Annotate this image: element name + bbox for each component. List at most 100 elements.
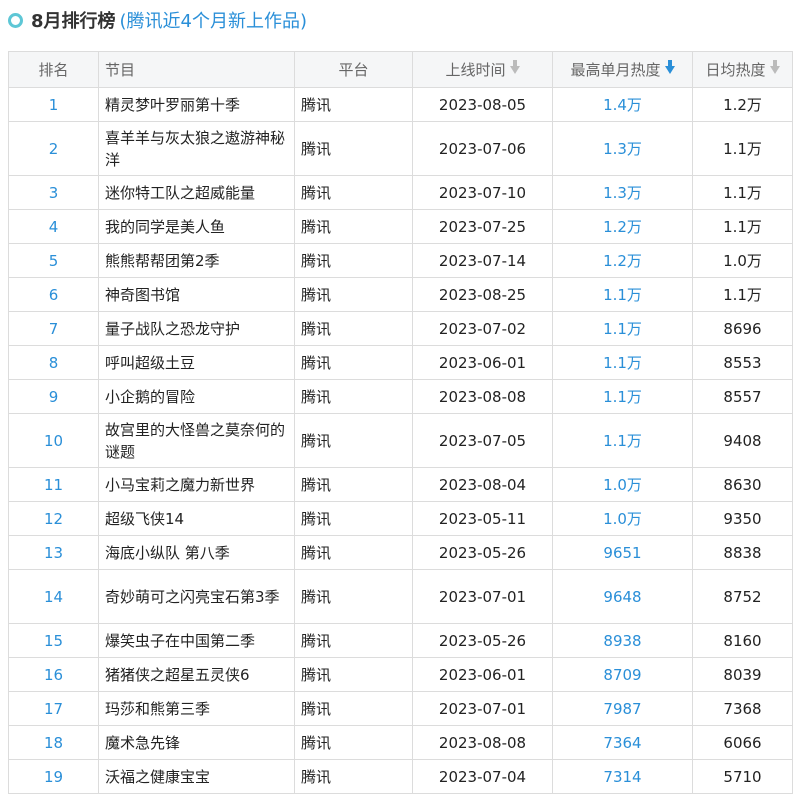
platform-cell: 腾讯 — [294, 209, 413, 244]
daily-cell: 1.0万 — [692, 243, 793, 278]
peak-cell: 9648 — [552, 569, 693, 624]
title-cell[interactable]: 小马宝莉之魔力新世界 — [98, 467, 295, 502]
daily-cell: 6066 — [692, 725, 793, 760]
launch-cell: 2023-07-02 — [412, 311, 553, 346]
peak-cell: 1.4万 — [552, 87, 693, 122]
launch-cell: 2023-07-10 — [412, 175, 553, 210]
peak-cell: 1.1万 — [552, 379, 693, 414]
platform-cell: 腾讯 — [294, 691, 413, 726]
peak-cell: 1.1万 — [552, 311, 693, 346]
daily-cell: 8696 — [692, 311, 793, 346]
sort-arrow-icon[interactable] — [509, 59, 520, 74]
platform-cell: 腾讯 — [294, 535, 413, 570]
launch-cell: 2023-07-01 — [412, 691, 553, 726]
launch-cell: 2023-08-05 — [412, 87, 553, 122]
launch-cell: 2023-07-25 — [412, 209, 553, 244]
daily-cell: 1.2万 — [692, 87, 793, 122]
page-header: 8月排行榜 (腾讯近4个月新上作品) — [0, 0, 800, 40]
col-launch-header[interactable]: 上线时间 — [412, 51, 553, 88]
peak-cell: 7987 — [552, 691, 693, 726]
rank-cell: 19 — [8, 759, 99, 794]
title-cell[interactable]: 奇妙萌可之闪亮宝石第3季 — [98, 569, 295, 624]
daily-cell: 8630 — [692, 467, 793, 502]
launch-cell: 2023-05-26 — [412, 535, 553, 570]
title-cell[interactable]: 故宫里的大怪兽之莫奈何的谜题 — [98, 413, 295, 468]
launch-cell: 2023-06-01 — [412, 345, 553, 380]
rank-cell: 9 — [8, 379, 99, 414]
rank-cell: 6 — [8, 277, 99, 312]
launch-cell: 2023-08-04 — [412, 467, 553, 502]
title-cell[interactable]: 猪猪侠之超星五灵侠6 — [98, 657, 295, 692]
sort-arrow-active-icon[interactable] — [664, 59, 675, 74]
title-cell[interactable]: 海底小纵队 第八季 — [98, 535, 295, 570]
daily-cell: 8557 — [692, 379, 793, 414]
launch-cell: 2023-08-25 — [412, 277, 553, 312]
daily-cell: 1.1万 — [692, 277, 793, 312]
title-cell[interactable]: 我的同学是美人鱼 — [98, 209, 295, 244]
title-cell[interactable]: 超级飞侠14 — [98, 501, 295, 536]
table-row: 12 超级飞侠14 腾讯 2023-05-11 1.0万 9350 — [8, 501, 793, 536]
title-cell[interactable]: 神奇图书馆 — [98, 277, 295, 312]
platform-cell: 腾讯 — [294, 623, 413, 658]
launch-cell: 2023-07-05 — [412, 413, 553, 468]
title-cell[interactable]: 喜羊羊与灰太狼之遨游神秘洋 — [98, 121, 295, 176]
rank-cell: 17 — [8, 691, 99, 726]
table-row: 13 海底小纵队 第八季 腾讯 2023-05-26 9651 8838 — [8, 535, 793, 570]
peak-cell: 1.3万 — [552, 121, 693, 176]
daily-cell: 5710 — [692, 759, 793, 794]
page-subtitle: (腾讯近4个月新上作品) — [119, 11, 308, 32]
peak-cell: 7314 — [552, 759, 693, 794]
table-row: 1 精灵梦叶罗丽第十季 腾讯 2023-08-05 1.4万 1.2万 — [8, 87, 793, 122]
col-daily-header[interactable]: 日均热度 — [692, 51, 793, 88]
peak-cell: 8938 — [552, 623, 693, 658]
sort-arrow-icon[interactable] — [769, 59, 780, 74]
rank-cell: 16 — [8, 657, 99, 692]
col-platform-header: 平台 — [294, 51, 413, 88]
table-row: 14 奇妙萌可之闪亮宝石第3季 腾讯 2023-07-01 9648 8752 — [8, 569, 793, 624]
platform-cell: 腾讯 — [294, 569, 413, 624]
launch-cell: 2023-07-14 — [412, 243, 553, 278]
title-cell[interactable]: 迷你特工队之超威能量 — [98, 175, 295, 210]
daily-cell: 8160 — [692, 623, 793, 658]
table-row: 15 爆笑虫子在中国第二季 腾讯 2023-05-26 8938 8160 — [8, 623, 793, 658]
daily-cell: 8838 — [692, 535, 793, 570]
launch-cell: 2023-07-01 — [412, 569, 553, 624]
title-cell[interactable]: 小企鹅的冒险 — [98, 379, 295, 414]
title-cell[interactable]: 玛莎和熊第三季 — [98, 691, 295, 726]
title-cell[interactable]: 呼叫超级土豆 — [98, 345, 295, 380]
platform-cell: 腾讯 — [294, 87, 413, 122]
table-row: 19 沃福之健康宝宝 腾讯 2023-07-04 7314 5710 — [8, 759, 793, 794]
rank-cell: 15 — [8, 623, 99, 658]
title-cell[interactable]: 爆笑虫子在中国第二季 — [98, 623, 295, 658]
table-row: 7 量子战队之恐龙守护 腾讯 2023-07-02 1.1万 8696 — [8, 311, 793, 346]
page-title: 8月排行榜 — [31, 11, 116, 32]
peak-cell: 1.2万 — [552, 209, 693, 244]
platform-cell: 腾讯 — [294, 175, 413, 210]
title-cell[interactable]: 沃福之健康宝宝 — [98, 759, 295, 794]
table-row: 9 小企鹅的冒险 腾讯 2023-08-08 1.1万 8557 — [8, 379, 793, 414]
rank-cell: 2 — [8, 121, 99, 176]
peak-cell: 8709 — [552, 657, 693, 692]
platform-cell: 腾讯 — [294, 121, 413, 176]
peak-cell: 9651 — [552, 535, 693, 570]
rank-cell: 10 — [8, 413, 99, 468]
platform-cell: 腾讯 — [294, 501, 413, 536]
peak-cell: 7364 — [552, 725, 693, 760]
rank-cell: 13 — [8, 535, 99, 570]
platform-cell: 腾讯 — [294, 467, 413, 502]
platform-cell: 腾讯 — [294, 657, 413, 692]
table-row: 11 小马宝莉之魔力新世界 腾讯 2023-08-04 1.0万 8630 — [8, 467, 793, 502]
table-row: 3 迷你特工队之超威能量 腾讯 2023-07-10 1.3万 1.1万 — [8, 175, 793, 210]
rank-cell: 1 — [8, 87, 99, 122]
title-cell[interactable]: 熊熊帮帮团第2季 — [98, 243, 295, 278]
title-cell[interactable]: 精灵梦叶罗丽第十季 — [98, 87, 295, 122]
peak-cell: 1.0万 — [552, 501, 693, 536]
col-peak-header[interactable]: 最高单月热度 — [552, 51, 693, 88]
launch-cell: 2023-05-11 — [412, 501, 553, 536]
daily-cell: 1.1万 — [692, 175, 793, 210]
title-cell[interactable]: 魔术急先锋 — [98, 725, 295, 760]
rank-cell: 3 — [8, 175, 99, 210]
title-cell[interactable]: 量子战队之恐龙守护 — [98, 311, 295, 346]
platform-cell: 腾讯 — [294, 243, 413, 278]
table-row: 18 魔术急先锋 腾讯 2023-08-08 7364 6066 — [8, 725, 793, 760]
